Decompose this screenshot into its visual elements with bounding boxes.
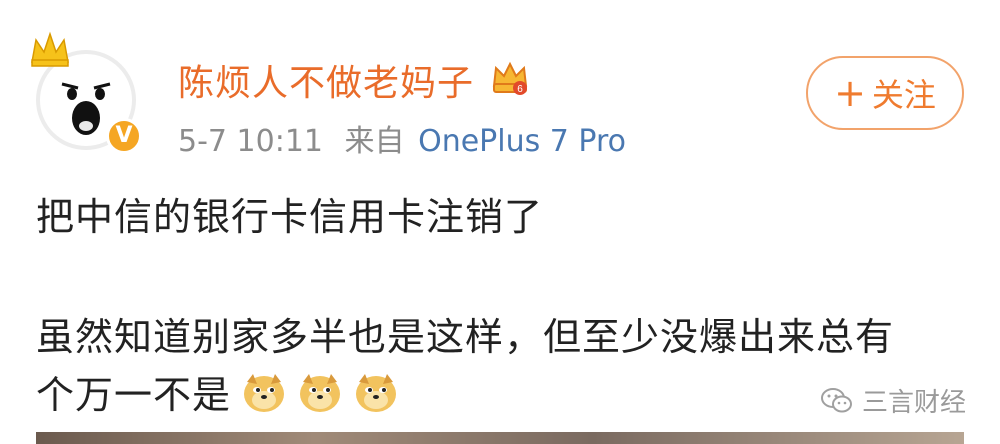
post-text-line-3-text: 个万一不是 bbox=[36, 373, 232, 417]
doge-emoji-icon bbox=[356, 373, 397, 412]
svg-text:6: 6 bbox=[517, 84, 523, 95]
post-meta: 5-7 10:11 来自 OnePlus 7 Pro bbox=[178, 116, 626, 160]
post-text-line-2: 虽然知道别家多半也是这样，但至少没爆出来总有 bbox=[36, 315, 895, 359]
verified-badge: V bbox=[106, 118, 142, 154]
device-link[interactable]: OnePlus 7 Pro bbox=[418, 124, 626, 159]
watermark: 三言财经 bbox=[820, 382, 966, 419]
attached-image-preview[interactable] bbox=[36, 432, 964, 444]
vip-crown-icon[interactable]: 6 bbox=[490, 58, 530, 96]
watermark-text: 三言财经 bbox=[862, 388, 967, 418]
doge-emoji-icon bbox=[244, 373, 285, 412]
username[interactable]: 陈烦人不做老妈子 bbox=[178, 54, 474, 106]
crown-icon bbox=[31, 31, 69, 67]
source-label: 来自 bbox=[344, 124, 405, 159]
plus-icon: + bbox=[834, 71, 866, 115]
follow-button[interactable]: + 关注 bbox=[806, 56, 964, 130]
post-text-line-1: 把中信的银行卡信用卡注销了 bbox=[36, 195, 544, 239]
wechat-icon bbox=[821, 387, 852, 412]
post-time: 5-7 10:11 bbox=[178, 124, 323, 159]
post-text-line-3: 个万一不是 bbox=[36, 364, 399, 419]
avatar-container[interactable]: V bbox=[26, 30, 152, 160]
follow-label: 关注 bbox=[871, 76, 936, 114]
doge-emoji-icon bbox=[300, 373, 341, 412]
